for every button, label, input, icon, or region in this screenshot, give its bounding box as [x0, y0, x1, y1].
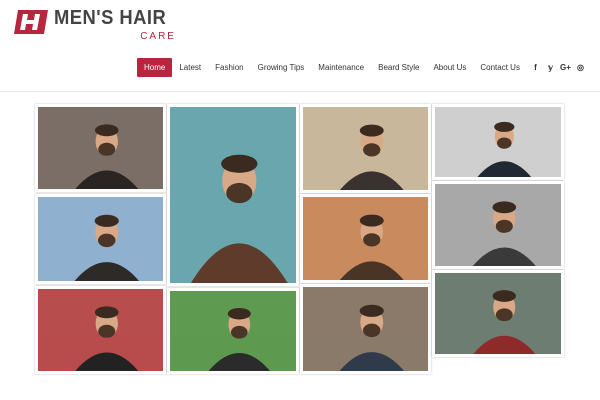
photo-image [435, 273, 561, 354]
photo-image [303, 197, 428, 280]
photo-image [38, 107, 163, 189]
instagram-icon[interactable]: ◎ [573, 63, 588, 72]
logo-h-icon [14, 7, 50, 37]
main-nav: Home Latest Fashion Growing Tips Mainten… [137, 58, 527, 77]
gallery-photo[interactable] [432, 181, 564, 269]
photo-image [38, 197, 163, 281]
nav-item-contact-us[interactable]: Contact Us [473, 58, 527, 77]
gallery-photo[interactable] [300, 194, 431, 283]
gallery-photo[interactable] [167, 288, 299, 374]
site-logo[interactable]: MEN'S HAIR CARE [14, 7, 176, 42]
gallery-photo[interactable] [35, 286, 166, 374]
gallery-photo[interactable] [432, 270, 564, 357]
gallery-photo[interactable] [35, 104, 166, 192]
brand-subtitle: CARE [140, 31, 176, 42]
gallery-photo[interactable] [35, 194, 166, 284]
gallery-photo[interactable] [300, 284, 431, 374]
google-plus-icon[interactable]: G+ [558, 63, 573, 72]
brand-title: MEN'S HAIR [54, 7, 167, 29]
social-links: f 𝕪 G+ ◎ [528, 58, 588, 77]
twitter-icon[interactable]: 𝕪 [543, 63, 558, 72]
nav-item-latest[interactable]: Latest [172, 58, 208, 77]
site-header: MEN'S HAIR CARE Home Latest Fashion Grow… [0, 0, 600, 92]
gallery-photo[interactable] [432, 104, 564, 180]
nav-item-fashion[interactable]: Fashion [208, 58, 250, 77]
photo-image [303, 107, 428, 190]
photo-image [38, 289, 163, 371]
nav-item-maintenance[interactable]: Maintenance [311, 58, 371, 77]
photo-image [170, 291, 296, 371]
gallery-photo[interactable] [300, 104, 431, 193]
photo-image [170, 107, 296, 283]
nav-item-beard-style[interactable]: Beard Style [371, 58, 426, 77]
photo-image [435, 107, 561, 177]
photo-image [303, 287, 428, 371]
nav-item-home[interactable]: Home [137, 58, 173, 77]
nav-item-about-us[interactable]: About Us [426, 58, 473, 77]
facebook-icon[interactable]: f [528, 63, 543, 72]
photo-image [435, 184, 561, 266]
nav-item-growing-tips[interactable]: Growing Tips [251, 58, 312, 77]
gallery-photo[interactable] [167, 104, 299, 286]
